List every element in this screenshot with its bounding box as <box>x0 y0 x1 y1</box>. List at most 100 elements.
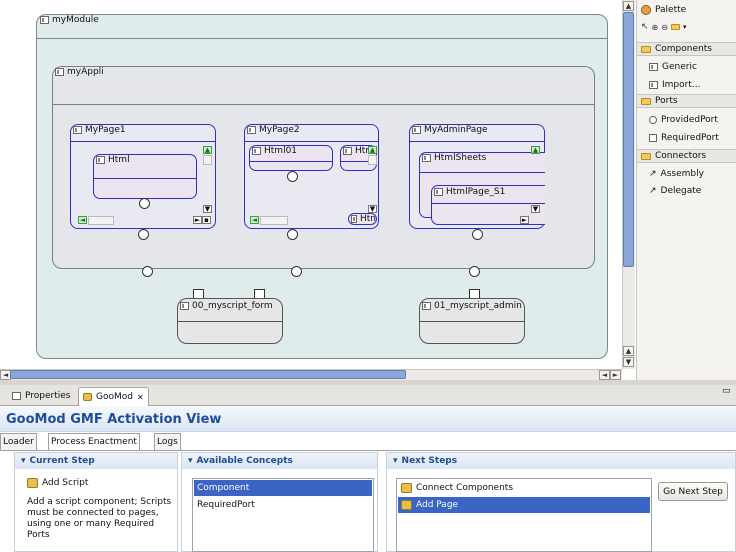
diagram-canvas[interactable]: myModule myAppli MyPage1 Html ▲ ▼ ◄ ► ▪ … <box>0 0 622 369</box>
go-next-step-button[interactable]: Go Next Step <box>658 482 728 501</box>
port[interactable] <box>139 198 150 209</box>
scroll-down-icon[interactable]: ▼ <box>531 205 540 213</box>
zoom-out-icon[interactable]: ⊖ <box>661 23 668 32</box>
scroll-right-icon[interactable]: ► <box>520 216 529 224</box>
scroll-left-icon[interactable]: ◄ <box>78 216 87 224</box>
component-icon <box>649 81 658 89</box>
inner-divider <box>93 178 197 179</box>
scroll-left-icon[interactable]: ◄ <box>250 216 259 224</box>
folder-icon <box>641 152 651 160</box>
palette-item-generic[interactable]: Generic <box>649 62 697 72</box>
port[interactable] <box>138 229 149 240</box>
port[interactable] <box>142 266 153 277</box>
palette-item-requiredport[interactable]: RequiredPort <box>649 133 719 143</box>
properties-icon <box>12 392 21 400</box>
palette-item-import[interactable]: Import... <box>649 80 700 90</box>
step-description: Add a script component; Scripts must be … <box>27 497 172 540</box>
list-item[interactable]: Component <box>194 480 372 496</box>
close-icon[interactable]: ✕ <box>137 393 144 402</box>
inner-label: HtmlPage_S1 <box>434 187 505 197</box>
scroll-right-icon[interactable]: ▪ <box>202 216 211 224</box>
component-icon <box>73 126 82 134</box>
goomod-header: GooMod GMF Activation View <box>0 406 736 432</box>
dropdown-arrow-icon[interactable]: ▾ <box>683 23 687 31</box>
palette-toolbar: ↖ ⊕ ⊖ ▾ <box>641 22 686 32</box>
mini-vscroll[interactable] <box>203 155 212 165</box>
component-icon <box>247 126 256 134</box>
script-divider <box>177 321 283 322</box>
next-steps-section: ▾ Next Steps Connect Components Add Page <box>386 452 736 552</box>
chevron-down-icon: ▾ <box>21 456 26 466</box>
circle-icon <box>649 116 657 124</box>
available-concepts-section: ▾ Available Concepts Component RequiredP… <box>181 452 378 552</box>
current-step-section: ▾ Current Step Add Script Add a script c… <box>14 452 178 552</box>
scroll-right-icon[interactable]: ► <box>193 216 202 224</box>
next-steps-list[interactable]: Connect Components Add Page <box>396 478 652 552</box>
scroll-up-icon[interactable]: ▲ <box>203 146 212 154</box>
palette-item-assembly[interactable]: ↗ Assembly <box>649 169 704 179</box>
scroll-up-icon[interactable]: ▲ <box>531 146 540 154</box>
scroll-down-icon[interactable]: ▼ <box>368 205 377 213</box>
drawer-label[interactable]: Ports <box>641 96 678 106</box>
goomod-icon <box>83 393 92 401</box>
section-header[interactable]: ▾ Current Step <box>15 453 177 469</box>
tab-loader[interactable]: Loader <box>0 433 37 450</box>
tab-logs[interactable]: Logs <box>154 433 181 450</box>
script-label: 01_myscript_admin <box>422 301 522 311</box>
inner-divider <box>419 172 545 173</box>
step-icon <box>401 483 412 493</box>
folder-icon <box>641 97 651 105</box>
horizontal-scroll-thumb[interactable] <box>10 370 406 379</box>
drawer-label[interactable]: Components <box>641 44 712 54</box>
zoom-in-icon[interactable]: ⊕ <box>652 23 659 32</box>
script-divider <box>419 321 525 322</box>
tab-process-enactment[interactable]: Process Enactment <box>48 433 140 450</box>
scroll-up-icon[interactable]: ▲ <box>623 1 634 11</box>
script-icon <box>27 478 38 488</box>
section-header[interactable]: ▾ Next Steps <box>387 453 735 469</box>
port[interactable] <box>469 266 480 277</box>
section-header[interactable]: ▾ Available Concepts <box>182 453 377 469</box>
scroll-down-icon[interactable]: ▼ <box>623 357 634 367</box>
palette-item-providedport[interactable]: ProvidedPort <box>649 115 718 125</box>
select-tool-icon[interactable]: ↖ <box>641 22 649 32</box>
scroll-down-icon[interactable]: ▼ <box>203 205 212 213</box>
tab-properties[interactable]: Properties <box>8 387 74 405</box>
script-label: 00_myscript_form <box>180 301 273 311</box>
list-item[interactable]: Add Page <box>398 497 650 513</box>
tab-goomod[interactable]: GooMod ✕ <box>78 387 149 406</box>
note-icon[interactable] <box>670 24 680 30</box>
scroll-up-icon[interactable]: ▲ <box>368 146 377 154</box>
step-icon <box>401 500 412 510</box>
module-divider <box>36 38 608 39</box>
drawer-label[interactable]: Connectors <box>641 151 706 161</box>
list-item[interactable]: Connect Components <box>398 480 650 496</box>
scroll-left-icon[interactable]: ◄ <box>599 370 610 380</box>
inner-divider <box>431 203 545 204</box>
scroll-right-icon[interactable]: ► <box>610 370 621 380</box>
scroll-up-icon[interactable]: ▲ <box>623 346 634 356</box>
page-divider <box>244 141 379 142</box>
square-icon <box>649 134 657 142</box>
inner-component-htn[interactable]: Htn <box>348 213 377 225</box>
appli-divider <box>52 104 595 105</box>
vertical-scroll-thumb[interactable] <box>623 12 634 267</box>
port[interactable] <box>472 229 483 240</box>
page-label: MyPage1 <box>73 125 126 135</box>
minimize-icon[interactable]: ▭ <box>722 386 731 396</box>
inner-label: Html01 <box>252 146 297 156</box>
port[interactable] <box>291 266 302 277</box>
mini-hscroll[interactable] <box>260 216 288 225</box>
mini-hscroll[interactable] <box>88 216 114 225</box>
component-icon <box>649 63 658 71</box>
mini-vscroll[interactable] <box>368 155 377 165</box>
component-icon <box>180 302 189 310</box>
palette-item-delegate[interactable]: ↗ Delegate <box>649 186 701 196</box>
concepts-list[interactable]: Component RequiredPort <box>192 478 374 552</box>
inner-label: HtmlSheets <box>422 153 486 163</box>
port[interactable] <box>287 171 298 182</box>
chevron-down-icon: ▾ <box>393 456 398 466</box>
list-item[interactable]: RequiredPort <box>194 497 372 513</box>
component-icon <box>434 188 443 196</box>
port[interactable] <box>287 229 298 240</box>
